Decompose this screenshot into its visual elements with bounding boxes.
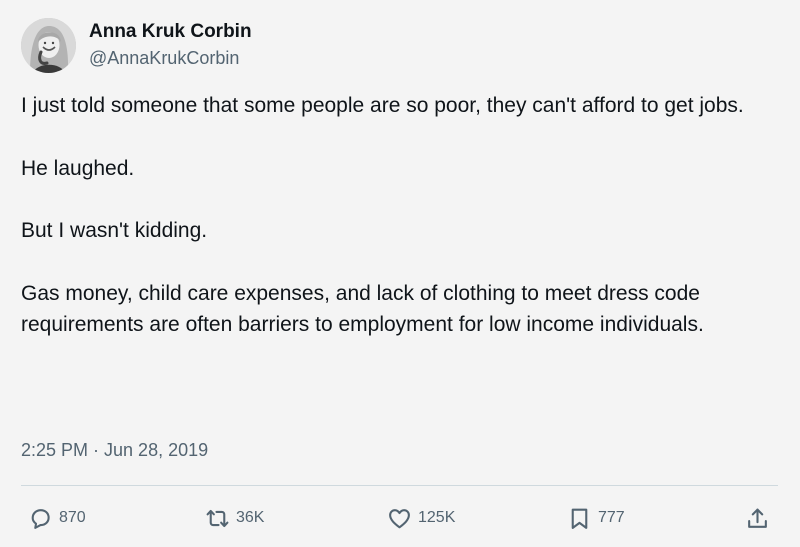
bookmark-count: 777: [598, 509, 625, 526]
reply-button[interactable]: 870: [28, 500, 86, 536]
action-bar: 870 36K 125K 777: [0, 500, 800, 536]
share-button[interactable]: [745, 500, 770, 536]
avatar[interactable]: [21, 17, 76, 73]
tweet-paragraph: But I wasn't kidding.: [21, 219, 208, 242]
avatar-photo: [21, 17, 76, 73]
author-names: Anna Kruk Corbin @AnnaKrukCorbin: [89, 20, 252, 70]
share-upload-icon: [745, 506, 770, 531]
divider: [21, 485, 778, 486]
author-display-name[interactable]: Anna Kruk Corbin: [89, 20, 252, 44]
bookmark-button[interactable]: 777: [567, 500, 625, 536]
repost-button[interactable]: 36K: [205, 500, 264, 536]
tweet-header: Anna Kruk Corbin @AnnaKrukCorbin: [21, 16, 252, 74]
tweet-paragraph: I just told someone that some people are…: [21, 94, 744, 117]
tweet-paragraph: Gas money, child care expenses, and lack…: [21, 281, 704, 337]
reply-count: 870: [59, 509, 86, 526]
retweet-arrows-icon: [205, 506, 230, 531]
speech-bubble-icon: [28, 506, 53, 531]
like-button[interactable]: 125K: [387, 500, 455, 536]
tweet-card: Anna Kruk Corbin @AnnaKrukCorbin I just …: [0, 0, 800, 547]
tweet-text: I just told someone that some people are…: [21, 90, 786, 341]
tweet-paragraph: He laughed.: [21, 156, 135, 180]
bookmark-outline-icon: [567, 506, 592, 531]
heart-outline-icon: [387, 506, 412, 531]
like-count: 125K: [418, 509, 456, 526]
repost-count: 36K: [236, 509, 265, 526]
author-handle[interactable]: @AnnaKrukCorbin: [89, 46, 252, 70]
tweet-timestamp[interactable]: 2:25 PM · Jun 28, 2019: [21, 437, 208, 463]
